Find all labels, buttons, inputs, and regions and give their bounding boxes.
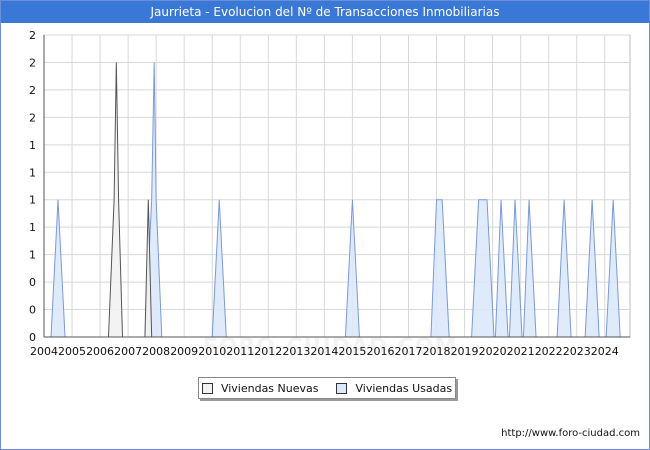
legend-label-used: Viviendas Usadas: [355, 381, 453, 395]
plot-area: [43, 34, 631, 338]
y-tick-label: 2: [29, 56, 36, 69]
x-tick-label: 2017: [394, 345, 422, 358]
y-tick-label: 1: [29, 194, 36, 207]
x-tick-label: 2020: [479, 345, 507, 358]
x-tick-label: 2008: [142, 345, 170, 358]
x-tick-label: 2014: [310, 345, 338, 358]
x-tick-label: 2009: [170, 345, 198, 358]
legend-swatch-new: [201, 382, 213, 394]
x-tick-label: 2007: [114, 345, 142, 358]
x-tick-label: 2021: [507, 345, 535, 358]
x-tick-label: 2024: [591, 345, 619, 358]
y-tick-label: 1: [29, 249, 36, 262]
x-tick-label: 2019: [451, 345, 479, 358]
legend-item-used: Viviendas Usadas: [336, 382, 452, 395]
x-tick-label: 2022: [535, 345, 563, 358]
y-tick-label: 0: [29, 331, 36, 344]
x-tick-label: 2013: [282, 345, 310, 358]
x-tick-label: 2005: [58, 345, 86, 358]
y-tick-label: 0: [29, 276, 36, 289]
y-tick-label: 2: [29, 29, 36, 42]
x-tick-label: 2018: [423, 345, 451, 358]
x-tick-label: 2016: [366, 345, 394, 358]
legend-label-new: Viviendas Nuevas: [220, 381, 319, 395]
legend-item-new: Viviendas Nuevas: [201, 381, 319, 395]
y-tick-label: 1: [29, 166, 36, 179]
y-tick-label: 1: [29, 221, 36, 234]
x-tick-label: 2011: [226, 345, 254, 358]
x-tick-label: 2010: [198, 345, 226, 358]
chart-legend: Viviendas Nuevas Viviendas Usadas: [198, 377, 456, 399]
x-tick-label: 2015: [338, 345, 366, 358]
y-tick-label: 0: [29, 304, 36, 317]
x-tick-label: 2004: [30, 345, 58, 358]
x-tick-label: 2012: [254, 345, 282, 358]
x-tick-label: 2023: [563, 345, 591, 358]
x-tick-label: 2006: [86, 345, 114, 358]
y-tick-label: 2: [29, 84, 36, 97]
y-tick-label: 1: [29, 139, 36, 152]
legend-swatch-used: [336, 382, 348, 394]
footer-url: http://www.foro-ciudad.com: [501, 428, 640, 439]
y-tick-label: 2: [29, 111, 36, 124]
